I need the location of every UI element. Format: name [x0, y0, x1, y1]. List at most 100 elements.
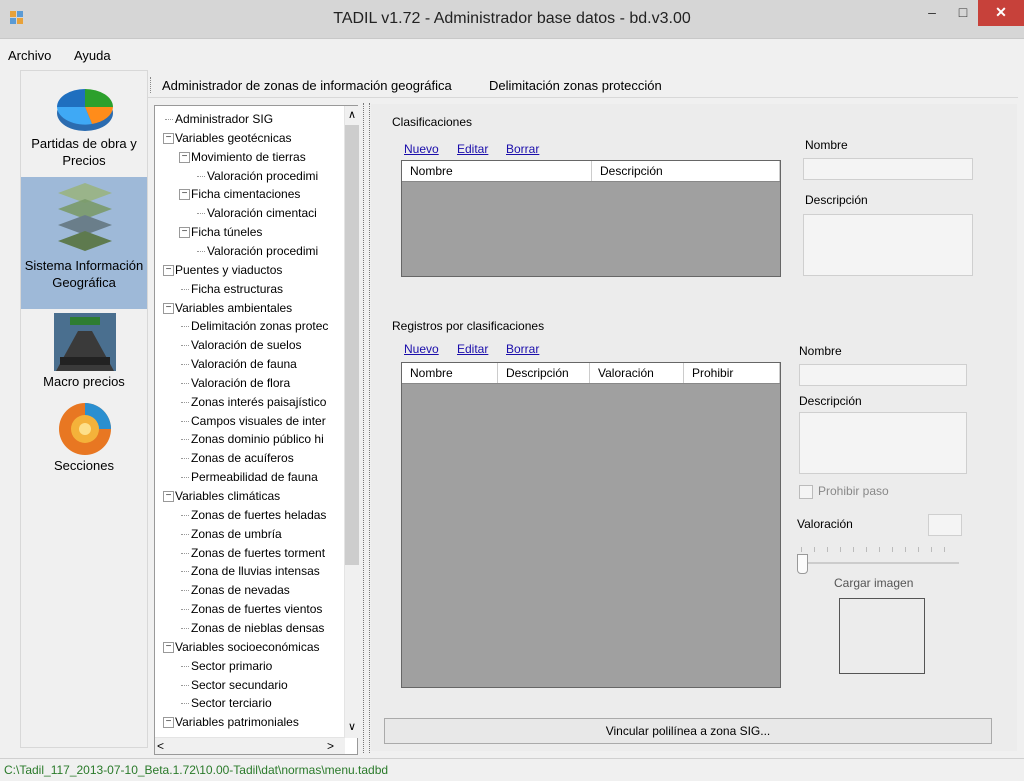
sidebar-label-sig: Sistema Información Geográfica: [24, 258, 144, 290]
tree-node-label: Puentes y viaductos: [175, 262, 283, 277]
maximize-button[interactable]: □: [948, 0, 978, 26]
collapse-toggle-icon[interactable]: −: [179, 227, 190, 239]
tree-node-label: Movimiento de tierras: [191, 149, 306, 164]
scroll-up-icon[interactable]: ∧: [348, 108, 356, 121]
tree-node-label: Zonas de umbría: [191, 526, 282, 541]
valoracion-label: Valoración: [797, 517, 853, 531]
scroll-down-icon[interactable]: ∨: [348, 720, 356, 733]
tree-connector: [181, 684, 189, 686]
reg-nombre-label: Nombre: [799, 344, 842, 358]
clasif-nombre-field[interactable]: [803, 158, 973, 180]
registros-grid[interactable]: Nombre Descripción Valoración Prohibir: [401, 362, 781, 688]
tree-node-label: Valoración procedimi: [207, 168, 319, 183]
reg-nombre-field[interactable]: [799, 364, 967, 386]
column-header-nombre[interactable]: Nombre: [402, 161, 592, 181]
tree-horizontal-scrollbar[interactable]: < >: [155, 737, 345, 754]
registros-title: Registros por clasificaciones: [392, 319, 545, 333]
tree-connector: [181, 345, 189, 347]
tree-connector: [197, 175, 205, 177]
cargar-imagen-label: Cargar imagen: [834, 576, 914, 590]
reg-nuevo-link[interactable]: Nuevo: [404, 342, 439, 356]
tree-connector: [181, 401, 189, 403]
sidebar-item-secciones[interactable]: Secciones: [21, 397, 147, 477]
tree-connector: [197, 250, 205, 252]
tree-node-label: Zonas de fuertes vientos: [191, 602, 323, 617]
earth-section-icon: [59, 403, 111, 455]
collapse-toggle-icon[interactable]: −: [163, 491, 174, 502]
collapse-toggle-icon[interactable]: −: [179, 151, 190, 163]
menu-archivo[interactable]: Archivo: [8, 48, 51, 63]
tree-connector: [181, 364, 189, 366]
clasif-editar-link[interactable]: Editar: [457, 142, 488, 156]
image-preview-box[interactable]: [839, 598, 925, 674]
tree-connector: [181, 590, 189, 592]
tree-connector: [181, 627, 189, 629]
prohibir-checkbox[interactable]: [799, 485, 813, 499]
tree-connector: [181, 571, 189, 573]
sidebar-item-partidas[interactable]: Partidas de obra y Precios: [21, 71, 147, 175]
collapse-toggle-icon[interactable]: −: [163, 641, 174, 653]
scroll-left-icon[interactable]: <: [157, 739, 164, 753]
column-header-descripcion[interactable]: Descripción: [592, 161, 780, 181]
valoracion-value-field[interactable]: [928, 514, 962, 536]
tree-node-label: Ficha estructuras: [191, 281, 284, 296]
toolbar-item-administrador[interactable]: Administrador de zonas de información ge…: [162, 78, 452, 93]
tree-node-label: Ficha túneles: [191, 225, 263, 240]
tree-node-label: Zonas interés paisajístico: [191, 394, 327, 409]
tree-node-label: Zonas de acuíferos: [191, 451, 294, 466]
reg-editar-link[interactable]: Editar: [457, 342, 488, 356]
valoracion-slider-ticks: [801, 547, 957, 552]
clasificaciones-grid[interactable]: Nombre Descripción: [401, 160, 781, 277]
tree-node-label: Zonas de nieblas densas: [191, 620, 325, 635]
close-button[interactable]: ✕: [978, 0, 1024, 26]
clasificaciones-header: Nombre Descripción: [402, 161, 780, 182]
clasif-borrar-link[interactable]: Borrar: [506, 142, 539, 156]
valoracion-slider-track[interactable]: [799, 562, 959, 564]
tree-node-label: Variables climáticas: [175, 489, 281, 503]
collapse-toggle-icon[interactable]: −: [163, 132, 174, 144]
reg-descripcion-field[interactable]: [799, 412, 967, 474]
module-sidebar: Partidas de obra y Precios Sistema Infor…: [20, 70, 148, 748]
toolbar-item-delimitacion[interactable]: Delimitación zonas protección: [489, 78, 662, 93]
tree-connector: [181, 382, 189, 384]
valoracion-slider-thumb[interactable]: [797, 554, 808, 574]
column-header-descripcion[interactable]: Descripción: [498, 363, 590, 383]
column-header-prohibir[interactable]: Prohibir: [684, 363, 780, 383]
section-toolbar: Administrador de zonas de información ge…: [148, 73, 1018, 98]
tree-scroll-thumb[interactable]: [345, 125, 359, 565]
clasificaciones-title: Clasificaciones: [392, 115, 473, 129]
sidebar-item-macro[interactable]: Macro precios: [21, 311, 147, 395]
registros-header: Nombre Descripción Valoración Prohibir: [402, 363, 780, 384]
collapse-toggle-icon[interactable]: −: [163, 717, 174, 729]
column-header-valoracion[interactable]: Valoración: [590, 363, 684, 383]
tree-node-label: Zonas de fuertes heladas: [191, 507, 327, 522]
collapse-toggle-icon[interactable]: −: [179, 189, 190, 201]
reg-borrar-link[interactable]: Borrar: [506, 342, 539, 356]
tree-connector: [181, 477, 189, 479]
tree-node-label: Administrador SIG: [175, 112, 274, 126]
tree-connector: [181, 326, 189, 328]
sidebar-label-secciones: Secciones: [54, 458, 114, 473]
sidebar-item-sig[interactable]: Sistema Información Geográfica: [21, 177, 147, 309]
title-bar: TADIL v1.72 - Administrador base datos -…: [0, 0, 1024, 39]
collapse-toggle-icon[interactable]: −: [163, 302, 174, 314]
tree-node-label: Delimitación zonas protec: [191, 319, 329, 334]
tree-connector: [181, 514, 189, 516]
menu-bar: Archivo Ayuda: [0, 45, 1024, 67]
tree-node-label: Valoración de flora: [191, 375, 291, 390]
vincular-polilinea-button[interactable]: Vincular polilínea a zona SIG...: [384, 718, 992, 744]
window-title: TADIL v1.72 - Administrador base datos -…: [333, 10, 691, 27]
tree-connector: [181, 665, 189, 667]
scroll-right-icon[interactable]: >: [327, 739, 334, 753]
clasif-descripcion-field[interactable]: [803, 214, 973, 276]
minimize-button[interactable]: –: [916, 0, 948, 26]
tree-node-label: Variables ambientales: [175, 300, 293, 315]
panel-splitter[interactable]: [363, 103, 370, 753]
tree-node-label: Zonas de nevadas: [191, 583, 290, 598]
clasif-nuevo-link[interactable]: Nuevo: [404, 142, 439, 156]
menu-ayuda[interactable]: Ayuda: [74, 48, 111, 63]
column-header-nombre[interactable]: Nombre: [402, 363, 498, 383]
reg-descripcion-label: Descripción: [799, 394, 862, 408]
collapse-toggle-icon[interactable]: −: [163, 264, 174, 276]
tree-connector: [181, 533, 189, 535]
